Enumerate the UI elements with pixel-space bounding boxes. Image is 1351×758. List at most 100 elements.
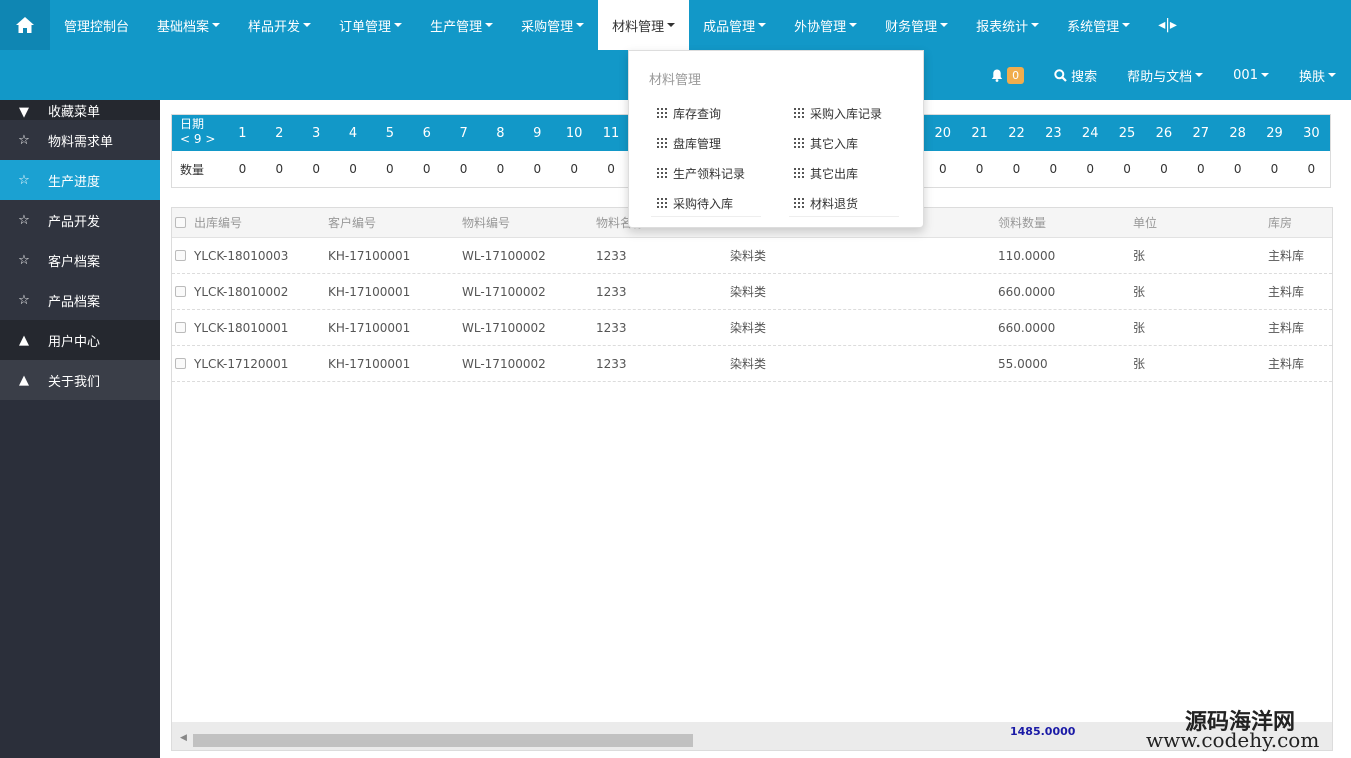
table-cell: YLCK-17120001 (194, 356, 289, 371)
qty-cell: 0 (1196, 162, 1205, 176)
sidebar-item-favorites[interactable]: ▼ 收藏菜单 (0, 100, 160, 120)
dropdown-item-label: 库存查询 (673, 106, 722, 121)
table-row[interactable]: YLCK-18010003 KH-17100001 WL-17100002 1233 染… (172, 238, 1332, 274)
table-cell: KH-17100001 (328, 356, 411, 371)
scroll-thumb[interactable] (193, 734, 693, 747)
table-cell: 1233 (596, 248, 627, 263)
nav-reports[interactable]: 报表统计 (962, 0, 1053, 50)
qty-cell: 0 (422, 162, 431, 176)
table-cell: 110.0000 (998, 248, 1056, 263)
date-cell: 4 (348, 125, 358, 141)
dropdown-item-label: 生产领料记录 (673, 166, 746, 181)
sidebar-item-material-requirement[interactable]: ☆ 物料需求单 (0, 120, 160, 160)
sidebar-item-customer-archive[interactable]: ☆ 客户档案 (0, 240, 160, 280)
nav-materials[interactable]: 材料管理 (598, 0, 690, 50)
nav-outsourcing[interactable]: 外协管理 (780, 0, 871, 50)
home-button[interactable] (0, 0, 50, 50)
month-switcher[interactable]: < 9 > (180, 132, 224, 147)
user-menu[interactable]: 001 (1218, 68, 1284, 83)
table-cell: 主料库 (1268, 249, 1305, 263)
help-docs-menu[interactable]: 帮助与文档 (1112, 66, 1218, 85)
table-cell: 660.0000 (998, 284, 1056, 299)
qty-cell: 0 (1233, 162, 1242, 176)
dropdown-item[interactable]: 其它出库 (784, 158, 904, 188)
table-cell: 主料库 (1268, 357, 1305, 371)
table-row[interactable]: YLCK-18010001 KH-17100001 WL-17100002 1233 染… (172, 310, 1332, 346)
header-customer-no[interactable]: 客户编号 (328, 214, 462, 231)
dropdown-item[interactable]: 其它入库 (784, 128, 904, 158)
sidebar-toggle-icon[interactable]: ◂|▸ (1144, 0, 1191, 50)
date-cell: 2 (275, 125, 284, 141)
quantity-total: 1485.0000 (1010, 725, 1076, 738)
header-outbound-no[interactable]: 出库编号 (194, 214, 328, 231)
dropdown-item[interactable]: 库存查询 (647, 98, 767, 128)
caret-down-icon (667, 23, 676, 27)
table-cell: 染料类 (730, 357, 767, 371)
table-row[interactable]: YLCK-18010002 KH-17100001 WL-17100002 1233 染… (172, 274, 1332, 310)
table-cell: 1233 (596, 356, 627, 371)
nav-finance[interactable]: 财务管理 (871, 0, 962, 50)
nav-base-archives[interactable]: 基础档案 (143, 0, 234, 50)
dropdown-item[interactable]: 采购待入库 (647, 188, 767, 218)
table-cell: 染料类 (730, 285, 767, 299)
header-material-no[interactable]: 物料编号 (462, 214, 596, 231)
nav-orders[interactable]: 订单管理 (325, 0, 416, 50)
sidebar-item-production-progress[interactable]: ☆ 生产进度 (0, 160, 160, 200)
search-button[interactable]: 搜索 (1039, 66, 1112, 85)
dropdown-item-label: 采购待入库 (673, 196, 734, 211)
nav-production[interactable]: 生产管理 (416, 0, 507, 50)
select-all-checkbox[interactable] (175, 217, 186, 228)
sidebar-item-product-dev[interactable]: ☆ 产品开发 (0, 200, 160, 240)
header-warehouse[interactable]: 库房 (1268, 214, 1328, 231)
nav-dashboard[interactable]: 管理控制台 (50, 0, 143, 50)
grid-icon (657, 198, 667, 208)
row-checkbox[interactable] (175, 250, 186, 261)
materials-dropdown: 材料管理 库存查询 盘库管理 生产领料记录 采购待入库 采购入库记录 其它入库 其它出库材… (628, 50, 924, 228)
sidebar-item-about-us[interactable]: ▲ 关于我们 (0, 360, 160, 400)
skin-menu[interactable]: 换肤 (1284, 66, 1351, 85)
divider (651, 216, 761, 217)
table-cell: KH-17100001 (328, 248, 411, 263)
caret-down-icon (1195, 73, 1204, 77)
row-checkbox[interactable] (175, 358, 186, 369)
dropdown-item[interactable]: 材料退货 (784, 188, 904, 218)
dropdown-item-label: 采购入库记录 (810, 106, 883, 121)
row-checkbox[interactable] (175, 322, 186, 333)
date-cell: 23 (1045, 125, 1062, 141)
star-icon: ☆ (18, 292, 30, 308)
qty-cell: 0 (1012, 162, 1021, 176)
nav-system[interactable]: 系统管理 (1053, 0, 1144, 50)
table-cell: 1233 (596, 320, 627, 335)
qty-cell: 0 (1270, 162, 1279, 176)
date-cell: 30 (1303, 125, 1320, 141)
dropdown-item[interactable]: 生产领料记录 (647, 158, 767, 188)
sidebar-item-product-archive[interactable]: ☆ 产品档案 (0, 280, 160, 320)
qty-cell: 0 (1049, 162, 1058, 176)
nav-purchasing[interactable]: 采购管理 (507, 0, 598, 50)
caret-down-icon (303, 23, 312, 27)
header-unit[interactable]: 单位 (1133, 214, 1268, 231)
qty-cell: 0 (1160, 162, 1168, 176)
dropdown-item-label: 其它入库 (810, 136, 859, 151)
dropdown-item[interactable]: 采购入库记录 (784, 98, 904, 128)
dropdown-left-column: 库存查询盘库管理生产领料记录 采购待入库 (647, 98, 767, 218)
dropdown-item[interactable]: 盘库管理 (647, 128, 767, 158)
nav-finished-goods[interactable]: 成品管理 (689, 0, 780, 50)
table-cell: WL-17100002 (462, 356, 546, 371)
table-cell: 1233 (596, 284, 627, 299)
caret-down-icon (1122, 23, 1131, 27)
date-cell: 3 (312, 125, 321, 141)
notifications-button[interactable]: 0 (976, 66, 1039, 84)
nav-sample-dev[interactable]: 样品开发 (234, 0, 325, 50)
grid-icon (794, 198, 804, 208)
row-checkbox[interactable] (175, 286, 186, 297)
table-row[interactable]: YLCK-17120001 KH-17100001 WL-17100002 1233 染… (172, 346, 1332, 382)
grid-icon (794, 168, 804, 178)
quantity-label: 数量 (180, 162, 205, 177)
table-cell: 张 (1133, 249, 1146, 263)
scroll-left-icon[interactable]: ◀ (180, 733, 187, 743)
header-quantity[interactable]: 领料数量 (998, 214, 1133, 231)
sidebar-item-user-center[interactable]: ▲ 用户中心 (0, 320, 160, 360)
qty-cell: 0 (533, 162, 542, 176)
date-cell: 8 (496, 125, 505, 141)
